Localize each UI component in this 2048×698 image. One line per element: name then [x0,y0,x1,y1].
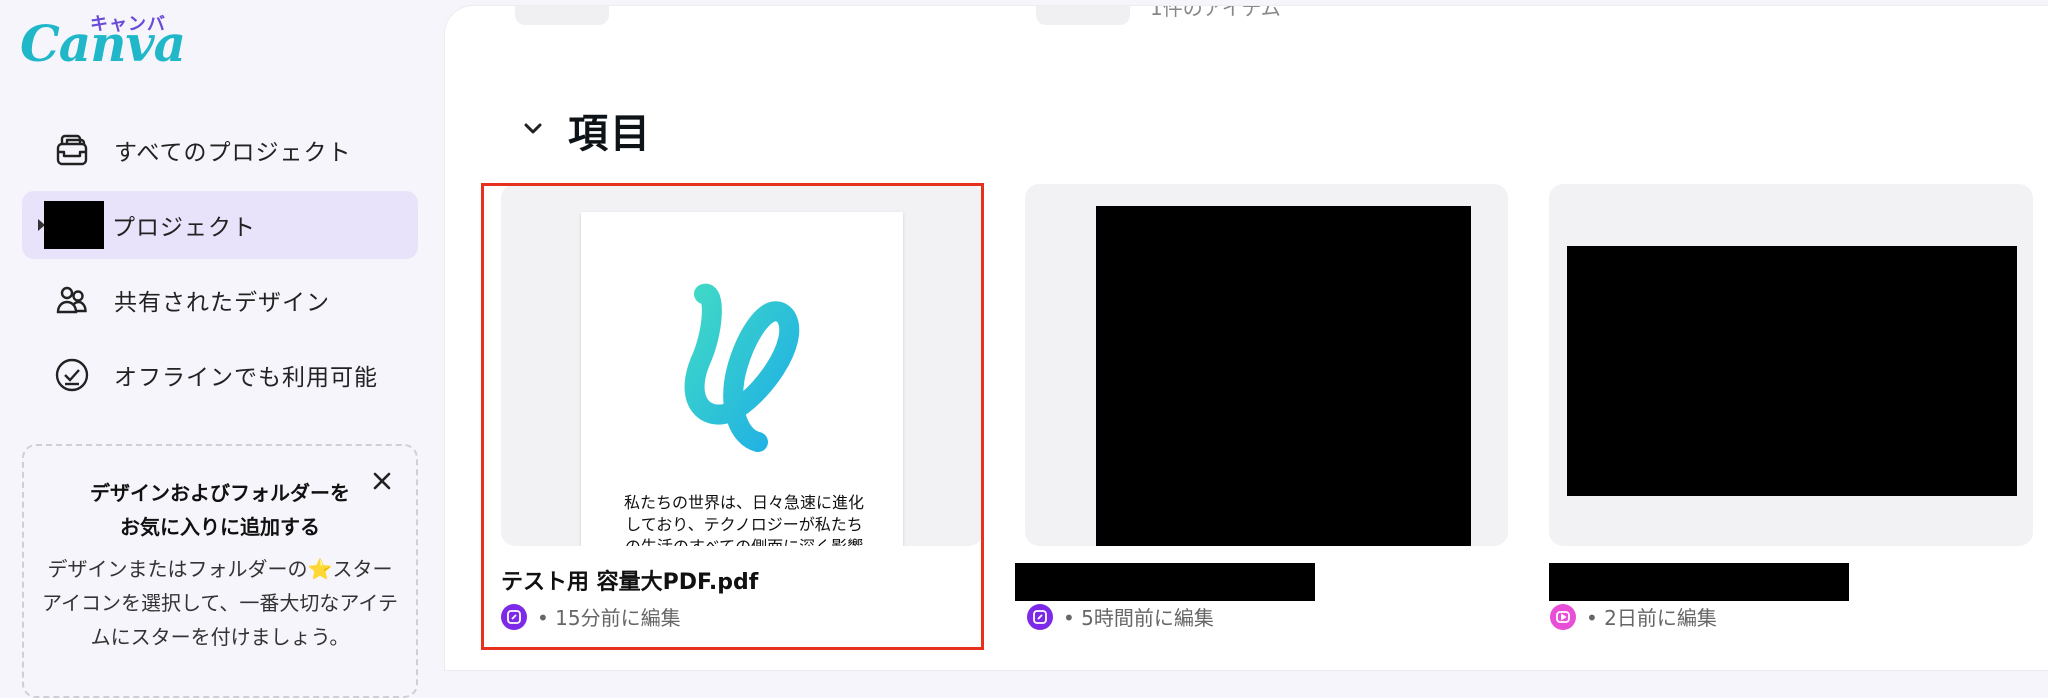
sidebar: Canva キャンバ すべてのプロジェクト プロジェクト 共有されたデザイン オ… [0,0,445,698]
promo-title-line: お気に入りに追加する [120,515,320,539]
redacted-title [1015,563,1315,601]
chevron-down-icon[interactable] [520,115,546,145]
promo-title: デザインおよびフォルダーを お気に入りに追加する [24,476,416,544]
design-card[interactable] [1549,184,2033,546]
design-thumbnail[interactable] [1025,184,1508,546]
favorites-promo-card: デザインおよびフォルダーを お気に入りに追加する デザインまたはフォルダーの⭐ス… [22,444,418,698]
edited-time: • 5時間前に編集 [1063,606,1214,630]
design-card[interactable] [1025,184,1508,546]
logo-kana: キャンバ [90,14,166,35]
item-count: 1件のアイテム [1150,6,1281,20]
sidebar-item-label: オフラインでも利用可能 [114,365,378,391]
sidebar-item-projects[interactable]: プロジェクト [22,191,418,259]
redacted-thumbnail [1567,246,2017,496]
top-chip[interactable] [515,6,609,25]
section-header[interactable]: 項目 [520,101,652,159]
promo-body: デザインまたはフォルダーの⭐スターアイコンを選択して、一番大切なアイテムにスター… [42,557,398,649]
top-chip[interactable] [1036,6,1130,25]
design-meta: • 2日前に編集 [1550,602,1717,631]
sidebar-item-label: すべてのプロジェクト [114,140,352,166]
sidebar-item-shared-designs[interactable]: 共有されたデザイン [22,266,418,334]
close-icon[interactable] [369,468,395,494]
edit-icon [1027,603,1053,630]
check-circle-icon [52,355,92,395]
sidebar-item-label: 共有されたデザイン [114,290,330,316]
video-icon [1550,603,1576,630]
redacted-thumbnail [1096,206,1471,546]
folders-icon [52,130,92,170]
redacted-title [1549,563,1849,601]
redacted-avatar [44,201,104,249]
edited-time: • 2日前に編集 [1586,606,1717,630]
sidebar-item-all-projects[interactable]: すべてのプロジェクト [22,116,418,184]
canva-logo[interactable]: Canva キャンバ [20,10,186,73]
people-icon [52,280,92,320]
design-thumbnail[interactable] [1549,184,2033,546]
selection-highlight [481,183,984,650]
promo-title-line: デザインおよびフォルダーを [90,481,350,505]
section-title: 項目 [568,111,652,157]
sidebar-item-offline[interactable]: オフラインでも利用可能 [22,341,418,409]
sidebar-item-label: プロジェクト [112,215,256,241]
design-meta: • 5時間前に編集 [1027,602,1214,631]
